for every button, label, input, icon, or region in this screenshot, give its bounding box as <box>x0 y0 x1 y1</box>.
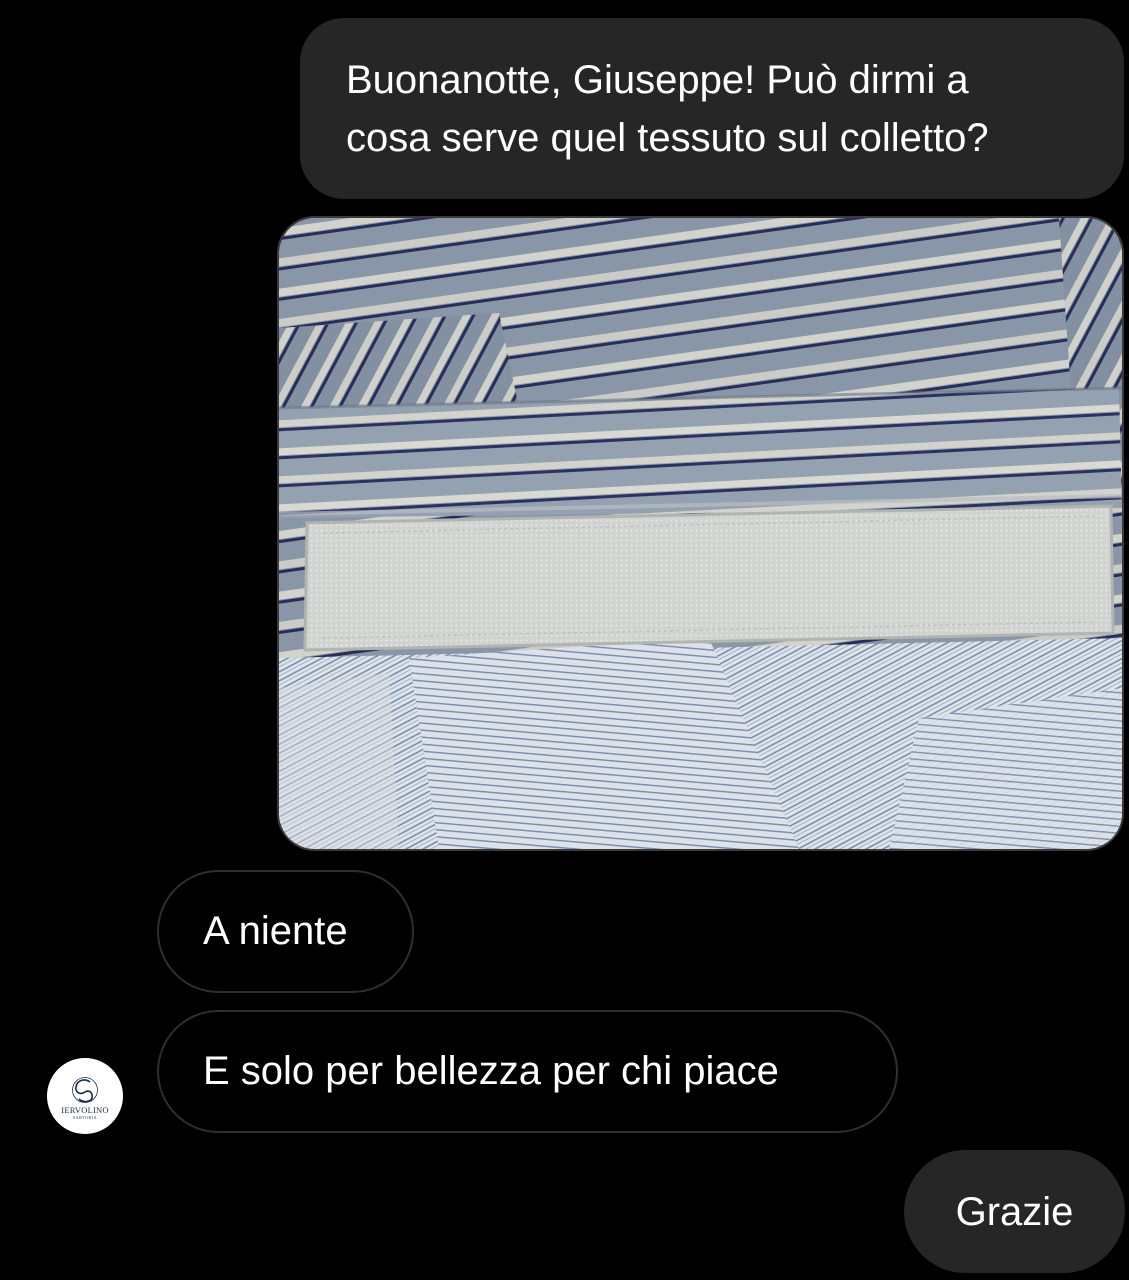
message-text: Grazie <box>955 1189 1074 1234</box>
message-text: A niente <box>203 909 348 953</box>
incoming-message-bubble[interactable]: E solo per bellezza per chi piace <box>157 1010 898 1133</box>
iervolino-logo-icon <box>72 1077 98 1103</box>
outgoing-message-bubble[interactable]: Buonanotte, Giuseppe! Può dirmi a cosa s… <box>300 18 1124 199</box>
contact-avatar[interactable]: IERVOLINO SARTORIA <box>47 1058 123 1134</box>
outgoing-message-bubble[interactable]: Grazie <box>904 1150 1125 1273</box>
shirt-collar-photo[interactable] <box>277 216 1124 851</box>
avatar-logo-text: IERVOLINO <box>61 1105 109 1115</box>
incoming-message-bubble[interactable]: A niente <box>157 870 414 993</box>
avatar-logo-subtext: SARTORIA <box>72 1115 98 1120</box>
photo-image <box>279 218 1122 849</box>
chat-thread: Buonanotte, Giuseppe! Può dirmi a cosa s… <box>0 0 1129 1280</box>
message-text: Buonanotte, Giuseppe! Può dirmi a cosa s… <box>346 58 989 160</box>
message-text: E solo per bellezza per chi piace <box>203 1049 779 1093</box>
